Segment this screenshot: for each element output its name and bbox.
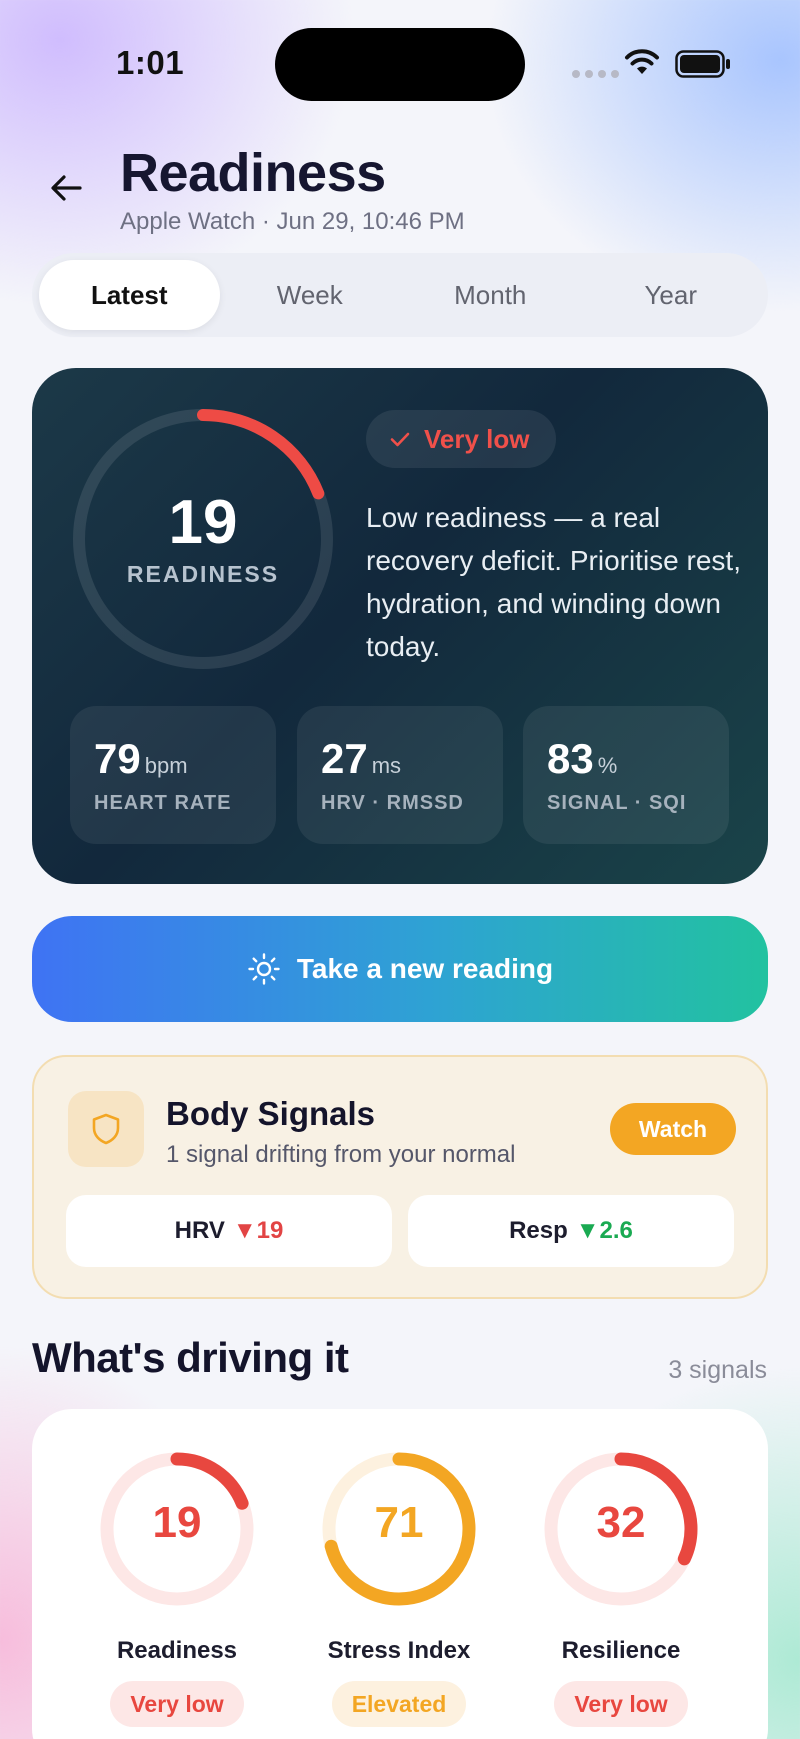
metric-label: HEART RATE <box>94 792 232 814</box>
driver-name: Resilience <box>561 1637 681 1664</box>
signal-chip-resp[interactable]: Resp ▼2.6 <box>408 1195 734 1267</box>
tab-latest[interactable]: Latest <box>39 260 220 330</box>
drivers-section-title: What's driving it <box>32 1334 349 1381</box>
check-icon <box>390 432 410 447</box>
status-badge: Very low <box>366 410 556 468</box>
signal-chip-name: HRV <box>174 1217 225 1244</box>
readiness-hero-card: 19 READINESS Very low Low readiness — a … <box>32 368 768 884</box>
metric-unit: ms <box>371 753 402 778</box>
metric-heart-rate: 79 bpm HEART RATE <box>70 706 276 844</box>
shield-icon <box>92 1113 120 1145</box>
tab-week[interactable]: Week <box>220 260 401 330</box>
sun-icon <box>248 953 280 985</box>
battery-icon <box>675 50 730 78</box>
metric-unit: bpm <box>144 753 188 778</box>
back-arrow-icon[interactable] <box>46 168 86 208</box>
take-new-reading-label: Take a new reading <box>296 953 554 984</box>
driver-value: 71 <box>374 1498 424 1547</box>
metric-label: SIGNAL · SQI <box>547 792 687 814</box>
cellular-icon <box>572 70 619 78</box>
body-signals-card[interactable]: Body Signals 1 signal drifting from your… <box>32 1055 768 1299</box>
metric-unit: % <box>597 753 618 778</box>
driver-name: Readiness <box>116 1637 238 1664</box>
dynamic-island <box>275 28 525 101</box>
metric-hrv: 27 ms HRV · RMSSD <box>297 706 503 844</box>
watch-badge[interactable]: Watch <box>610 1103 736 1155</box>
body-signals-subtitle: 1 signal drifting from your normal <box>166 1141 516 1168</box>
metric-value: 79 <box>94 735 141 782</box>
driver-name: Stress Index <box>327 1637 471 1664</box>
status-time: 1:01 <box>116 44 185 81</box>
signal-chip-name: Resp <box>509 1217 568 1244</box>
driver-status-badge: Elevated <box>331 1681 467 1727</box>
driver-status-badge: Very low <box>110 1681 244 1727</box>
metric-signal-quality: 83% SIGNAL · SQI <box>523 706 729 844</box>
tab-month[interactable]: Month <box>400 260 581 330</box>
drivers-card: 19 Readiness Very low 71 Stress Index El… <box>32 1409 768 1739</box>
signal-chip-delta: ▼2.6 <box>575 1217 633 1244</box>
body-signals-title: Body Signals <box>166 1095 376 1132</box>
metric-value: 27 <box>321 735 368 782</box>
metric-value: 83 <box>547 735 594 782</box>
readiness-score: 19 <box>168 488 238 557</box>
page-subtitle: Apple Watch · Jun 29, 10:46 PM <box>120 208 465 235</box>
driver-status-badge: Very low <box>554 1681 688 1727</box>
driver-value: 32 <box>596 1498 646 1547</box>
drivers-count: 3 signals <box>668 1356 767 1384</box>
take-new-reading-button[interactable]: Take a new reading <box>32 916 768 1022</box>
signal-chip-hrv[interactable]: HRV ▼19 <box>66 1195 392 1267</box>
driver-value: 19 <box>152 1498 202 1547</box>
period-tabs: Latest Week Month Year <box>32 253 768 337</box>
readiness-description: Low readiness — a real recovery deficit.… <box>366 502 741 662</box>
wifi-icon <box>625 49 659 74</box>
tab-year[interactable]: Year <box>581 260 762 330</box>
readiness-score-label: READINESS <box>126 561 280 587</box>
page-title: Readiness <box>120 143 386 203</box>
status-badge-label: Very low <box>424 423 530 454</box>
shield-icon-box <box>68 1091 144 1167</box>
signal-chip-delta: ▼19 <box>232 1217 284 1244</box>
metric-label: HRV · RMSSD <box>321 792 464 814</box>
